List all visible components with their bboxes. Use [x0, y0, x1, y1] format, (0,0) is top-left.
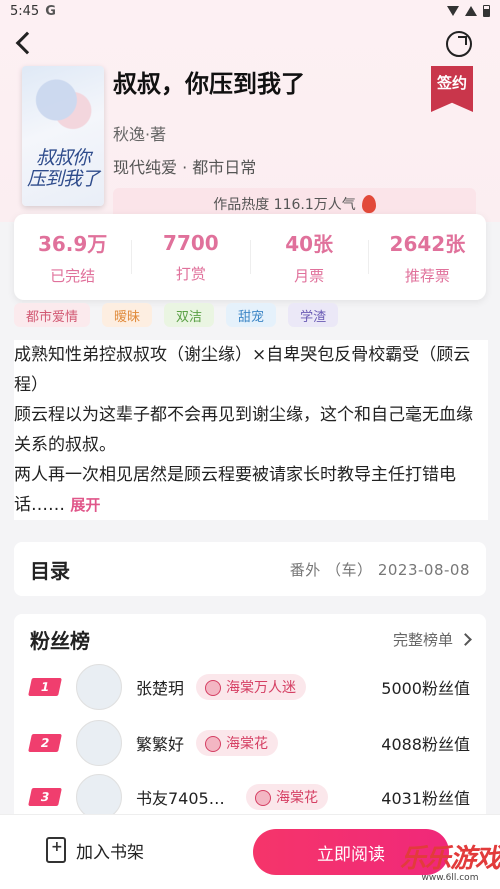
stat-label: 已完结: [50, 267, 96, 285]
cover-title: 叔叔你 压到我了: [22, 148, 104, 190]
cover-title-text: 叔叔你 压到我了: [26, 147, 100, 190]
fan-score: 4088粉丝值: [381, 735, 470, 754]
fans-title: 粉丝榜: [30, 628, 90, 653]
fan-level-badge: 海棠万人迷: [196, 674, 306, 700]
add-to-shelf-label: 加入书架: [76, 842, 144, 863]
google-icon: G: [45, 3, 56, 19]
fan-name: 繁繁好: [136, 735, 185, 754]
fan-row[interactable]: 2 繁繁好 海棠花 4088粉丝值: [14, 718, 486, 768]
fan-score: 4031粉丝值: [381, 789, 470, 808]
stat-completed: 36.9万 已完结: [14, 228, 131, 286]
rank-badge: 1: [28, 678, 62, 696]
stat-label: 推荐票: [404, 267, 450, 285]
full-ranking-label: 完整榜单: [392, 630, 453, 649]
book-intro[interactable]: 成熟知性弟控叔叔攻（谢尘缘）×自卑哭包反骨校霸受（顾云程） 顾云程以为这辈子都不…: [14, 340, 488, 520]
tag[interactable]: 双洁: [164, 303, 215, 327]
rank-badge: 3: [28, 788, 62, 806]
status-bar: 5:45 G: [0, 0, 500, 22]
battery-icon: [483, 5, 490, 17]
stat-label: 打赏: [175, 264, 206, 283]
share-icon[interactable]: [446, 31, 472, 57]
intro-line: 两人再一次相见居然是顾云程要被请家长时教导主任打错电话…… 展开: [14, 460, 488, 520]
tag[interactable]: 学渣: [288, 303, 339, 327]
book-cover[interactable]: 叔叔你 压到我了: [22, 66, 104, 206]
stat-value: 40张: [285, 232, 334, 256]
fan-name: 书友7405…: [136, 789, 225, 808]
fan-name: 张楚玥: [136, 679, 185, 698]
stat-value: 2642张: [389, 232, 466, 256]
intro-line: 顾云程以为这辈子都不会再见到谢尘缘，这个和自己毫无血缘关系的叔叔。: [14, 405, 473, 455]
fans-card: 粉丝榜 完整榜单 1 张楚玥 海棠万人迷 5000粉丝值 2 繁繁好 海棠花 4…: [14, 614, 486, 824]
fan-level-badge: 海棠花: [196, 730, 278, 756]
fan-level-badge: 海棠花: [246, 784, 328, 810]
book-genre: 现代纯爱 · 都市日常: [113, 158, 257, 177]
avatar[interactable]: [76, 664, 122, 710]
flame-icon: [361, 195, 376, 213]
fan-score: 5000粉丝值: [381, 679, 470, 698]
toc-card[interactable]: 目录 番外 （车） 2023-08-08: [14, 542, 486, 596]
tag[interactable]: 暧昧: [102, 303, 153, 327]
stat-reward[interactable]: 7700 打赏: [132, 231, 249, 284]
book-title: 叔叔，你压到我了: [113, 70, 305, 98]
watermark-logo: 乐乐游戏 www.6ll.com: [400, 838, 500, 886]
stat-label: 月票: [294, 267, 325, 285]
rank-badge: 2: [28, 734, 62, 752]
tag[interactable]: 都市爱情: [14, 303, 91, 327]
chevron-right-icon: [459, 632, 472, 646]
full-ranking-link[interactable]: 完整榜单: [392, 629, 472, 650]
intro-line: 成熟知性弟控叔叔攻（谢尘缘）×自卑哭包反骨校霸受（顾云程）: [14, 345, 471, 395]
toc-title: 目录: [30, 558, 70, 583]
avatar[interactable]: [76, 720, 122, 766]
stat-value: 36.9万: [37, 232, 108, 256]
stat-monthly-ticket[interactable]: 40张 月票: [251, 228, 368, 286]
bookshelf-add-icon: [46, 837, 66, 863]
signal-icon: [465, 6, 477, 16]
cover-art: [30, 72, 96, 142]
watermark-text: 乐乐游戏: [400, 844, 500, 874]
toc-latest: 番外 （车） 2023-08-08: [289, 560, 470, 579]
expand-button[interactable]: 展开: [70, 496, 100, 514]
stats-card: 36.9万 已完结 7700 打赏 40张 月票 2642张 推荐票: [14, 214, 486, 300]
tag-list: 都市爱情 暧昧 双洁 甜宠 学渣: [14, 303, 339, 327]
book-author[interactable]: 秋逸·著: [113, 121, 166, 145]
stat-recommend-ticket[interactable]: 2642张 推荐票: [369, 228, 486, 286]
back-button[interactable]: [10, 28, 38, 58]
add-to-shelf-button[interactable]: 加入书架: [46, 837, 144, 863]
fans-header: 粉丝榜 完整榜单: [14, 614, 486, 664]
stat-value: 7700: [163, 230, 219, 255]
tag[interactable]: 甜宠: [226, 303, 277, 327]
heat-text: 作品热度 116.1万人气: [213, 197, 356, 213]
wifi-icon: [447, 6, 459, 16]
status-time: 5:45: [10, 3, 40, 19]
fan-row[interactable]: 1 张楚玥 海棠万人迷 5000粉丝值: [14, 662, 486, 712]
